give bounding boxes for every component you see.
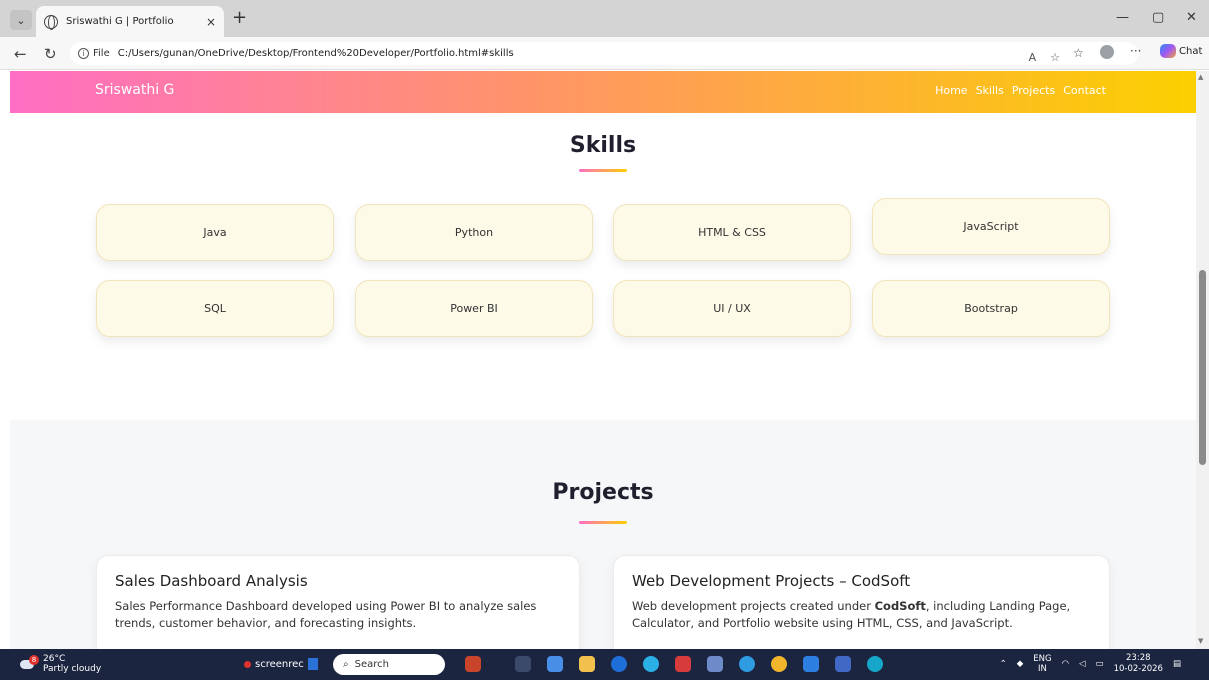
edge-icon[interactable] (867, 656, 883, 672)
notification-badge: 8 (29, 655, 39, 665)
volume-icon[interactable]: ◁ (1079, 659, 1086, 669)
profile-icon[interactable] (1100, 45, 1114, 59)
weather-desc: Partly cloudy (43, 664, 102, 674)
skill-card: SQL (96, 280, 334, 337)
chat-label: Chat (1179, 45, 1203, 57)
windows-taskbar: 8 26°C Partly cloudy screenrec ⌕ Search … (0, 649, 1209, 680)
site-nav: Home Skills Projects Contact (935, 84, 1106, 97)
browser-tab-bar: ⌄ Sriswathi G | Portfolio × + — ▢ ✕ (0, 0, 1209, 37)
system-tray: ⌃ ◆ ENG IN ◠ ◁ ▭ 23:28 10-02-2026 ▤ (1000, 653, 1181, 675)
tab-actions-chevron-down-icon[interactable]: ⌄ (10, 10, 32, 30)
skill-card: Python (355, 204, 593, 261)
language-indicator[interactable]: ENG IN (1033, 654, 1051, 674)
back-arrow-icon[interactable]: ← (14, 45, 27, 63)
tray-app-icon[interactable]: ◆ (1017, 659, 1024, 669)
vscode-icon[interactable] (803, 656, 819, 672)
new-tab-button[interactable]: + (232, 9, 247, 27)
project-card[interactable]: Sales Dashboard Analysis Sales Performan… (96, 555, 580, 649)
more-icon[interactable]: ··· (1130, 44, 1141, 58)
url-text[interactable]: C:/Users/gunan/OneDrive/Desktop/Frontend… (118, 48, 514, 59)
skills-heading: Skills (569, 133, 637, 158)
chevron-up-icon[interactable]: ⌃ (1000, 659, 1007, 669)
skill-card: Java (96, 204, 334, 261)
skill-card: Bootstrap (872, 280, 1110, 337)
skills-heading-underline (579, 169, 627, 172)
nav-link-home[interactable]: Home (935, 84, 967, 97)
record-icon (244, 660, 251, 668)
search-label: Search (354, 659, 389, 670)
skill-card: Power BI (355, 280, 593, 337)
minimize-icon[interactable]: — (1116, 10, 1129, 25)
info-icon[interactable]: i (78, 48, 89, 59)
browser-tab[interactable]: Sriswathi G | Portfolio × (36, 6, 224, 37)
copilot-app-icon[interactable] (547, 656, 563, 672)
screenrec-label: screenrec (255, 658, 304, 670)
projects-heading-underline (579, 521, 627, 524)
cloud-icon: 8 (20, 655, 39, 671)
tab-title: Sriswathi G | Portfolio (66, 16, 174, 27)
skill-card: HTML & CSS (613, 204, 851, 261)
refresh-icon[interactable]: ↻ (44, 45, 57, 63)
wifi-icon[interactable]: ◠ (1062, 659, 1069, 669)
nav-link-skills[interactable]: Skills (976, 84, 1004, 97)
project-card[interactable]: Web Development Projects – CodSoft Web d… (613, 555, 1110, 649)
star-icon[interactable]: ☆ (1050, 51, 1060, 64)
project-title: Sales Dashboard Analysis (115, 572, 308, 590)
search-icon: ⌕ (343, 659, 349, 670)
taskbar-search[interactable]: ⌕ Search (333, 654, 445, 675)
tab-close-icon[interactable]: × (206, 15, 216, 29)
page-scrollbar[interactable]: ▲ ▼ (1196, 71, 1209, 649)
nav-link-contact[interactable]: Contact (1063, 84, 1106, 97)
notification-icon[interactable]: ▤ (1173, 659, 1181, 669)
globe-icon (44, 14, 58, 30)
mcafee-icon[interactable] (675, 656, 691, 672)
skill-card: UI / UX (613, 280, 851, 337)
read-aloud-icon[interactable]: A (1029, 51, 1037, 64)
screenrec-app[interactable]: screenrec (244, 658, 318, 670)
codsoft-label: CodSoft (874, 599, 926, 613)
scroll-down-icon[interactable]: ▼ (1198, 637, 1203, 645)
battery-icon[interactable]: ▭ (1096, 659, 1104, 669)
nav-link-projects[interactable]: Projects (1012, 84, 1055, 97)
project-description: Web development projects created under C… (632, 599, 1071, 630)
store-icon[interactable] (707, 656, 723, 672)
skill-card: JavaScript (872, 198, 1110, 255)
favorites-icon[interactable]: ☆ (1073, 46, 1084, 60)
address-scheme-label: File (93, 48, 110, 59)
copilot-chat-button[interactable]: Chat (1160, 44, 1202, 58)
address-bar[interactable]: i File C:/Users/gunan/OneDrive/Desktop/F… (70, 42, 1138, 65)
window-close-icon[interactable]: ✕ (1186, 10, 1197, 25)
file-explorer-icon[interactable] (579, 656, 595, 672)
copilot-icon (1160, 44, 1176, 58)
weather-temp: 26°C (43, 654, 66, 664)
chrome-icon[interactable] (771, 656, 787, 672)
scroll-up-icon[interactable]: ▲ (1198, 73, 1203, 81)
edge-beta-icon[interactable] (643, 656, 659, 672)
restore-icon[interactable]: ▢ (1152, 10, 1164, 25)
project-title: Web Development Projects – CodSoft (632, 572, 911, 590)
site-brand[interactable]: Sriswathi G (95, 82, 174, 98)
weather-widget[interactable]: 8 26°C Partly cloudy (20, 654, 101, 674)
address-bar-row: ← ↻ i File C:/Users/gunan/OneDrive/Deskt… (0, 37, 1209, 70)
clock-date: 10-02-2026 (1113, 664, 1163, 674)
app-icon[interactable] (739, 656, 755, 672)
widgets-icon[interactable] (465, 656, 481, 672)
clock-time: 23:28 (1126, 653, 1151, 663)
clock[interactable]: 23:28 10-02-2026 (1114, 653, 1163, 675)
scrollbar-thumb[interactable] (1199, 270, 1206, 465)
projects-heading: Projects (552, 480, 654, 505)
task-view-icon[interactable] (515, 656, 531, 672)
site-navbar: Sriswathi G Home Skills Projects Contact (10, 71, 1196, 113)
app-icon[interactable] (835, 656, 851, 672)
page-viewport: Sriswathi G Home Skills Projects Contact… (10, 71, 1196, 649)
screenrec-icon (307, 658, 318, 670)
hp-icon[interactable] (611, 656, 627, 672)
project-description: Sales Performance Dashboard developed us… (115, 599, 537, 630)
